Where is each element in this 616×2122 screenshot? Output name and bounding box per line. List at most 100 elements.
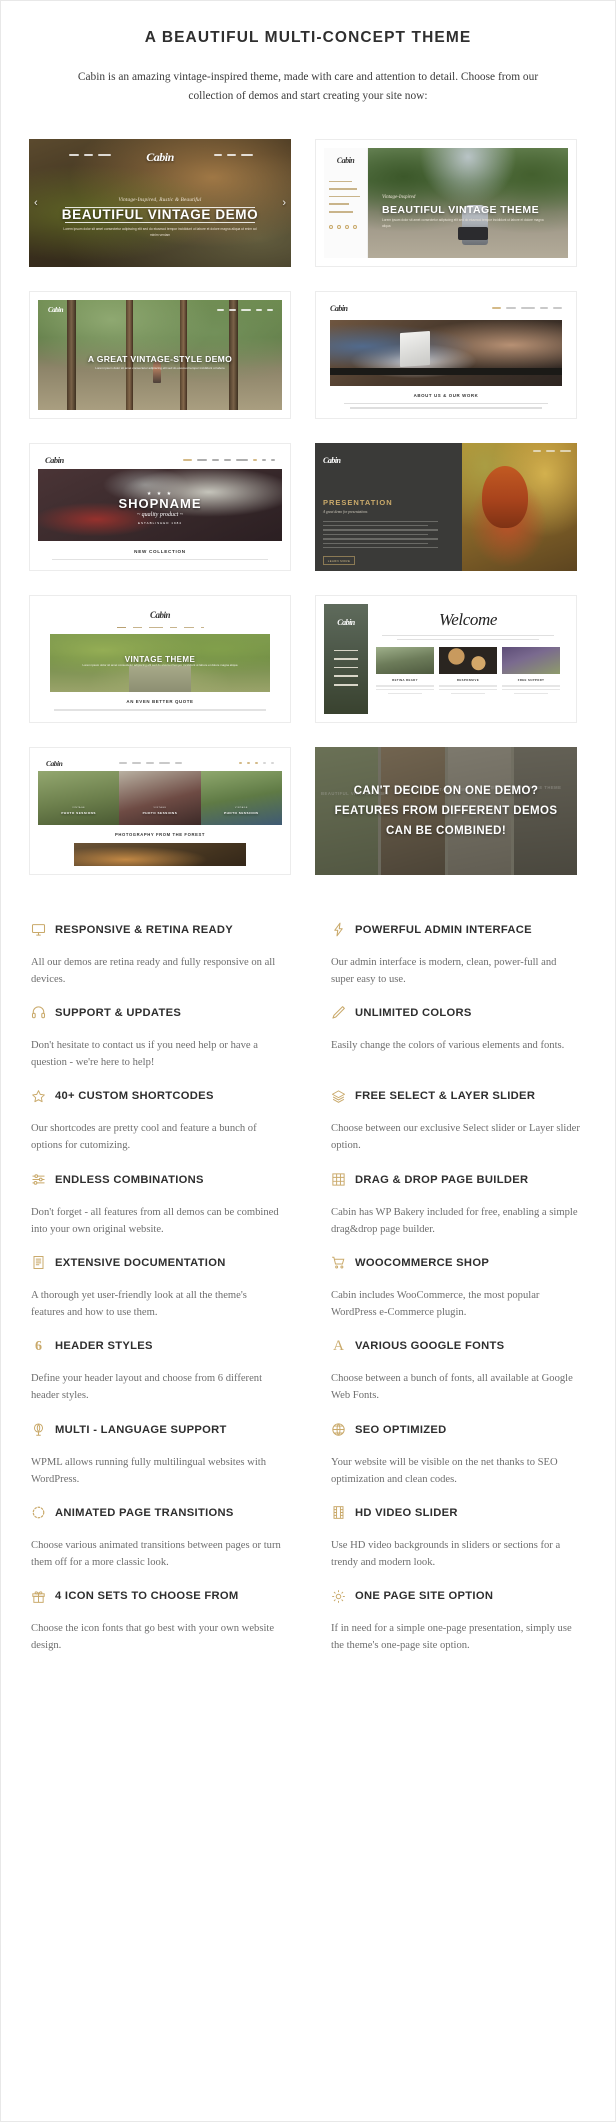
tile-eyebrow: VINTAGE — [72, 807, 86, 810]
demo-logo: Cabin — [46, 758, 63, 768]
feature-custom-shortcodes: 40+ CUSTOM SHORTCODES Our shortcodes are… — [31, 1083, 285, 1166]
spinner-icon — [31, 1505, 46, 1520]
feature-description: Your website will be visible on the net … — [331, 1456, 558, 1485]
feature-description: Don't forget - all features from all dem… — [31, 1206, 279, 1235]
feature-extensive-documentation: EXTENSIVE DOCUMENTATION A thorough yet u… — [31, 1250, 285, 1333]
demo-card-beautiful-vintage-theme[interactable]: Cabin Vintage-Inspired BEAUTIFUL VINTAGE… — [315, 138, 577, 267]
tile-eyebrow: VINTAGE — [234, 807, 248, 810]
demo-logo: Cabin — [337, 617, 355, 627]
photo-tile[interactable]: VINTAGE PHOTO SESSIONS — [119, 770, 201, 825]
tile-label: PHOTO SESSIONS — [142, 810, 178, 815]
sidebar-menu — [324, 649, 368, 686]
demo-nav-right — [217, 308, 273, 311]
page-header: A BEAUTIFUL MULTI-CONCEPT THEME Cabin is… — [1, 1, 615, 106]
slider-next-arrow-icon[interactable]: › — [282, 197, 286, 209]
shop-badge: ★ ★ ★ SHOPNAME ~ quality product ~ ESTAB… — [38, 491, 282, 525]
page-title: A BEAUTIFUL MULTI-CONCEPT THEME — [144, 29, 472, 46]
feature-description: Cabin has WP Bakery included for free, e… — [331, 1206, 578, 1235]
feature-description: Our admin interface is modern, clean, po… — [331, 956, 557, 985]
feature-free-select-layer-slider: FREE SELECT & LAYER SLIDER Choose betwee… — [331, 1083, 585, 1166]
feature-description: Cabin includes WooCommerce, the most pop… — [331, 1289, 540, 1319]
demo-headline: BEAUTIFUL VINTAGE DEMO — [61, 206, 259, 222]
demo-logo: Cabin — [330, 303, 348, 313]
headphones-icon — [31, 1005, 46, 1020]
demo-card-great-vintage-style-demo[interactable]: Cabin A GREAT VINTAGE-STYLE DEMO Lorem i… — [29, 290, 291, 419]
demo-card-beautiful-vintage-demo[interactable]: Cabin Vintage-Inspired, Rustic & Beautif… — [29, 138, 291, 267]
demo-card-photo-sessions[interactable]: Cabin VINTAGE PHOTO SESSIONS VINTAGE PHOTO… — [29, 746, 291, 875]
presentation-panel: Cabin PRESENTATION A great demo for pres… — [315, 442, 462, 571]
feature-title: UNLIMITED COLORS — [355, 1006, 472, 1019]
demo-card-about-us-our-work[interactable]: Cabin ABOUT US & OUR WORK — [315, 290, 577, 419]
presentation-title: PRESENTATION — [323, 497, 393, 507]
demo-eyebrow: Vintage-Inspired — [382, 194, 416, 200]
demo-card-combine-callout[interactable]: BEAUTIFUL VINTAGE DEMO BEAUTIFUL VINTAGE… — [315, 746, 577, 875]
welcome-thumbs — [376, 647, 560, 675]
thumb-caption: RETINA READY — [392, 678, 418, 683]
demo-body-lines — [54, 709, 266, 713]
photo-laptop — [399, 330, 430, 367]
photo-tile[interactable]: VINTAGE PHOTO SESSIONS — [200, 770, 282, 825]
callout-message: CAN'T DECIDE ON ONE DEMO? FEATURES FROM … — [334, 784, 558, 837]
feature-title: ONE PAGE SITE OPTION — [355, 1590, 494, 1603]
demo-nav-left — [69, 153, 111, 156]
feature-hd-video-slider: HD VIDEO SLIDER Use HD video backgrounds… — [331, 1500, 585, 1583]
thumb-caption: FREE SUPPORT — [517, 678, 545, 683]
demo-navbar: Cabin — [38, 452, 282, 469]
layers-icon — [331, 1089, 346, 1104]
demo-logo: Cabin — [149, 609, 171, 620]
feature-title: SUPPORT & UPDATES — [55, 1006, 182, 1019]
feature-powerful-admin-interface: POWERFUL ADMIN INTERFACE Our admin inter… — [331, 917, 585, 1000]
feature-header-styles: 6 HEADER STYLES Define your header layou… — [31, 1333, 285, 1416]
document-icon — [31, 1255, 46, 1270]
demo-card-welcome[interactable]: Cabin Welcome RETINA READY RESPONSIVE FR… — [315, 594, 577, 723]
grid-icon — [331, 1172, 346, 1187]
feature-description: Easily change the colors of various elem… — [331, 1039, 565, 1051]
lightning-bolt-icon — [331, 922, 346, 937]
shopping-cart-icon — [331, 1255, 346, 1270]
feature-icon-sets: 4 ICON SETS TO CHOOSE FROM Choose the ic… — [31, 1583, 285, 1666]
feature-one-page-site-option: ONE PAGE SITE OPTION If in need for a si… — [331, 1583, 585, 1666]
presentation-body-lines — [323, 520, 454, 549]
demo-nav — [492, 307, 562, 310]
photo-tile[interactable]: VINTAGE PHOTO SESSIONS — [38, 770, 120, 825]
gift-icon — [31, 1589, 46, 1604]
monitor-icon — [31, 922, 46, 937]
feature-title: DRAG & DROP PAGE BUILDER — [355, 1173, 529, 1186]
demo-logo: Cabin — [146, 149, 174, 164]
demo-headline: A GREAT VINTAGE-STYLE DEMO — [87, 353, 233, 364]
welcome-thumb-captions: RETINA READY RESPONSIVE FREE SUPPORT — [376, 678, 560, 682]
badge-established: ESTABLISHED 1984 — [138, 520, 182, 525]
photo-person — [152, 361, 161, 384]
demo-card-presentation[interactable]: Cabin PRESENTATION A great demo for pres… — [315, 442, 577, 571]
demo-logo: Cabin — [336, 155, 355, 165]
feature-title: 4 ICON SETS TO CHOOSE FROM — [55, 1590, 239, 1603]
demo-hero: ★ ★ ★ SHOPNAME ~ quality product ~ ESTAB… — [38, 468, 282, 541]
thumb-image — [376, 647, 434, 675]
photo-person — [482, 465, 529, 528]
feature-title: EXTENSIVE DOCUMENTATION — [55, 1256, 226, 1269]
badge-quality: ~ quality product ~ — [136, 511, 184, 518]
social-icons — [238, 762, 274, 765]
welcome-heading: Welcome — [439, 609, 497, 629]
feature-title: FREE SELECT & LAYER SLIDER — [355, 1090, 536, 1103]
feature-drag-drop-page-builder: DRAG & DROP PAGE BUILDER Cabin has WP Ba… — [331, 1167, 585, 1250]
thumb-image — [439, 647, 497, 675]
demo-grid: Cabin Vintage-Inspired, Rustic & Beautif… — [15, 138, 601, 875]
feature-support-updates: SUPPORT & UPDATES Don't hesitate to cont… — [31, 1000, 285, 1083]
features-grid: RESPONSIVE & RETINA READY All our demos … — [1, 917, 615, 1711]
feature-title: RESPONSIVE & RETINA READY — [55, 923, 234, 936]
welcome-thumb-body — [376, 685, 560, 696]
feature-seo-optimized: SEO OPTIMIZED Your website will be visib… — [331, 1417, 585, 1500]
demo-card-shopname[interactable]: Cabin ★ ★ ★ SHOPNAME ~ quality product ~… — [29, 442, 291, 571]
tile-label: PHOTO SESSIONS — [224, 810, 259, 815]
slider-prev-arrow-icon[interactable]: ‹ — [34, 197, 38, 209]
feature-description: Our shortcodes are pretty cool and featu… — [31, 1123, 257, 1152]
demo-body-lines — [344, 402, 548, 410]
learn-more-button[interactable]: LEARN MORE — [323, 556, 355, 566]
demo-photo: VINTAGE THEME Lorem ipsum dolor sit amet… — [50, 634, 270, 693]
demo-caption: AN EVEN BETTER QUOTE — [126, 699, 194, 705]
feature-description: Define your header layout and choose fro… — [31, 1373, 263, 1402]
demo-caption: PHOTOGRAPHY FROM THE FOREST — [114, 831, 206, 837]
feature-multi-language-support: MULTI - LANGUAGE SUPPORT WPML allows run… — [31, 1417, 285, 1500]
demo-card-vintage-theme-quote[interactable]: Cabin VINTAGE THEME Lorem ipsum dolor si… — [29, 594, 291, 723]
